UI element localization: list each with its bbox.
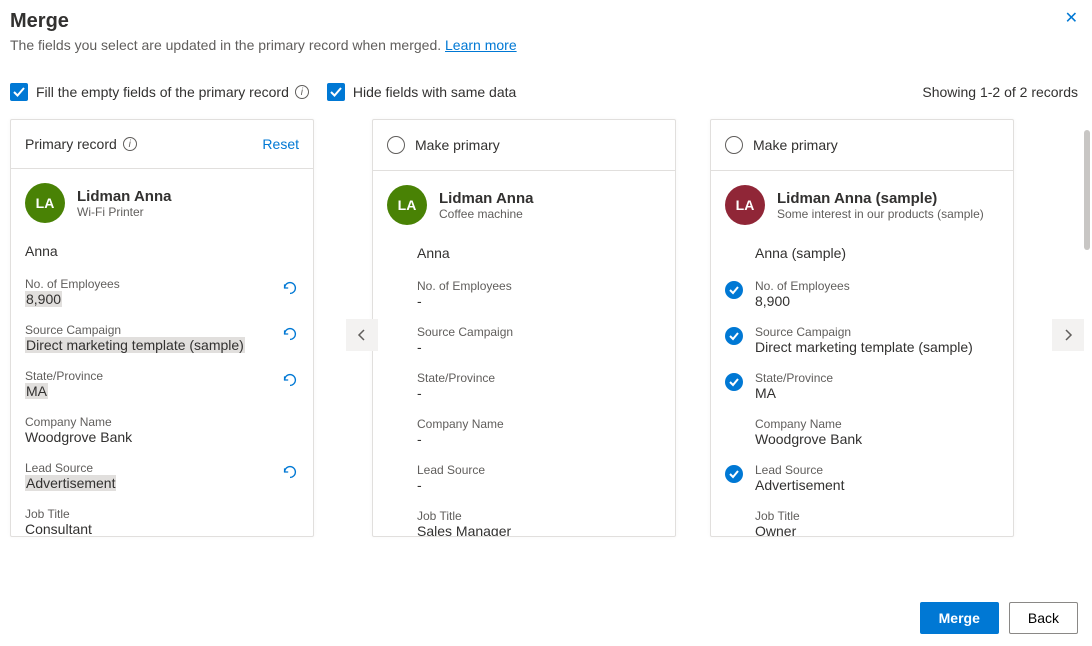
scrollbar-thumb[interactable] [1084,130,1090,250]
avatar: LA [725,185,765,225]
record-sub: Coffee machine [439,207,533,221]
avatar: LA [387,185,427,225]
close-icon[interactable]: ✕ [1065,8,1078,28]
field-value: Advertisement [755,477,844,493]
record-name: Lidman Anna [77,188,171,205]
field-label: No. of Employees [417,279,512,293]
field-select-radio[interactable] [725,281,743,299]
field-label: State/Province [25,369,103,383]
make-primary-radio[interactable] [387,136,405,154]
primary-record-label: Primary record [25,136,117,152]
field-value: MA [25,383,48,399]
field-label: Source Campaign [417,325,513,339]
avatar: LA [25,183,65,223]
field-label: Source Campaign [755,325,973,339]
nav-prev-icon[interactable] [346,319,378,351]
record-name: Lidman Anna [439,190,533,207]
field-value: Woodgrove Bank [25,429,132,445]
field-label: Job Title [417,509,511,523]
make-primary-radio[interactable] [725,136,743,154]
undo-icon[interactable] [281,277,299,300]
field-value: - [417,477,485,493]
field-label: State/Province [755,371,833,385]
field-select-radio[interactable] [725,327,743,345]
field-value: - [417,293,512,309]
field-label: Company Name [755,417,862,431]
undo-icon[interactable] [281,323,299,346]
field-value: MA [755,385,833,401]
back-button[interactable]: Back [1009,602,1078,634]
field-label: Job Title [25,507,92,521]
generic-value: Anna [25,233,299,269]
record-counter: Showing 1-2 of 2 records [922,84,1078,100]
field-label: Lead Source [25,461,116,475]
nav-next-icon[interactable] [1052,319,1084,351]
field-value: Consultant [25,521,92,537]
hide-same-label: Hide fields with same data [353,84,516,100]
generic-value: Anna [417,235,661,271]
field-label: Job Title [755,509,800,523]
generic-value: Anna (sample) [725,235,999,271]
field-select-radio[interactable] [725,465,743,483]
record-name: Lidman Anna (sample) [777,190,984,207]
undo-icon[interactable] [281,369,299,392]
record-sub: Some interest in our products (sample) [777,207,984,221]
secondary-record-card: Make primary LA Lidman Anna Coffee machi… [372,119,676,537]
learn-more-link[interactable]: Learn more [445,37,517,53]
dialog-title: Merge [10,10,1078,33]
subtitle-text: The fields you select are updated in the… [10,37,445,53]
merge-button[interactable]: Merge [920,602,999,634]
field-select-radio[interactable] [725,373,743,391]
field-label: Company Name [25,415,132,429]
field-value: 8,900 [755,293,850,309]
info-icon[interactable]: i [123,137,137,151]
field-label: No. of Employees [755,279,850,293]
field-value: - [417,385,495,401]
field-value: Sales Manager [417,523,511,537]
dialog-subtitle: The fields you select are updated in the… [10,37,1078,53]
field-label: Lead Source [417,463,485,477]
fill-empty-label: Fill the empty fields of the primary rec… [36,84,289,100]
fill-empty-checkbox[interactable] [10,83,28,101]
secondary-record-card: Make primary LA Lidman Anna (sample) Som… [710,119,1014,537]
field-label: Source Campaign [25,323,245,337]
primary-record-card: Primary record i Reset LA Lidman Anna Wi… [10,119,314,537]
field-value: Direct marketing template (sample) [755,339,973,355]
field-label: Company Name [417,417,504,431]
field-value: - [417,431,504,447]
field-value: Direct marketing template (sample) [25,337,245,353]
field-value: Woodgrove Bank [755,431,862,447]
field-value: 8,900 [25,291,62,307]
field-label: State/Province [417,371,495,385]
undo-icon[interactable] [281,461,299,484]
hide-same-checkbox[interactable] [327,83,345,101]
info-icon[interactable]: i [295,85,309,99]
make-primary-label: Make primary [753,137,838,153]
field-value: Owner [755,523,800,537]
record-sub: Wi-Fi Printer [77,205,171,219]
make-primary-label: Make primary [415,137,500,153]
field-label: Lead Source [755,463,844,477]
field-value: Advertisement [25,475,116,491]
field-value: - [417,339,513,355]
reset-link[interactable]: Reset [262,136,299,152]
field-label: No. of Employees [25,277,120,291]
